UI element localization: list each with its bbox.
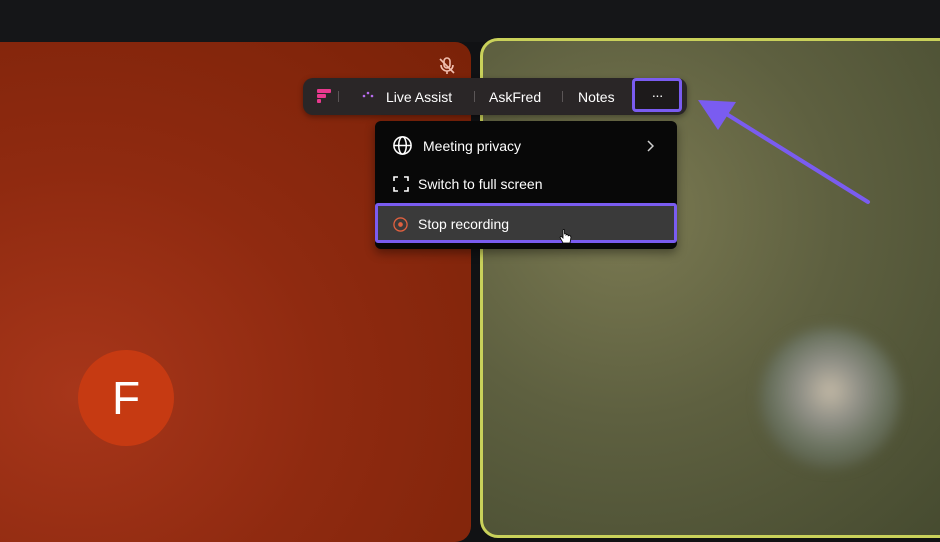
more-icon: ··· (651, 87, 664, 103)
globe-icon (393, 136, 412, 155)
menu-item-label: Stop recording (418, 216, 510, 232)
mic-muted-icon (439, 57, 455, 74)
toolbar-divider (338, 91, 339, 102)
more-options-menu: Meeting privacy Switch to full screen St… (375, 121, 677, 249)
participant-video-thumbnail (760, 328, 900, 468)
menu-item-label: Meeting privacy (423, 138, 522, 154)
stop-record-icon (393, 217, 408, 232)
participant-tile-left (0, 42, 471, 542)
live-assist-icon (362, 91, 374, 98)
live-assist-button[interactable]: Live Assist (386, 88, 452, 106)
fullscreen-icon (393, 176, 409, 192)
participant-avatar: F (78, 350, 174, 446)
more-options-button[interactable]: ··· (632, 78, 682, 112)
toolbar-divider (474, 91, 475, 102)
app-logo-icon (317, 89, 331, 103)
top-bar (0, 0, 940, 42)
menu-item-meeting-privacy[interactable]: Meeting privacy (375, 127, 677, 165)
pointer-arrow-icon (698, 100, 870, 204)
menu-item-stop-recording[interactable]: Stop recording (375, 203, 677, 244)
menu-item-label: Switch to full screen (418, 176, 543, 192)
askfred-button[interactable]: AskFred (489, 88, 541, 106)
chevron-right-icon (647, 140, 654, 152)
menu-item-full-screen[interactable]: Switch to full screen (375, 165, 677, 203)
hand-cursor-icon (559, 229, 572, 244)
meeting-assistant-toolbar: Live Assist AskFred Notes (303, 78, 687, 115)
toolbar-divider (562, 91, 563, 102)
notes-button[interactable]: Notes (578, 88, 615, 106)
